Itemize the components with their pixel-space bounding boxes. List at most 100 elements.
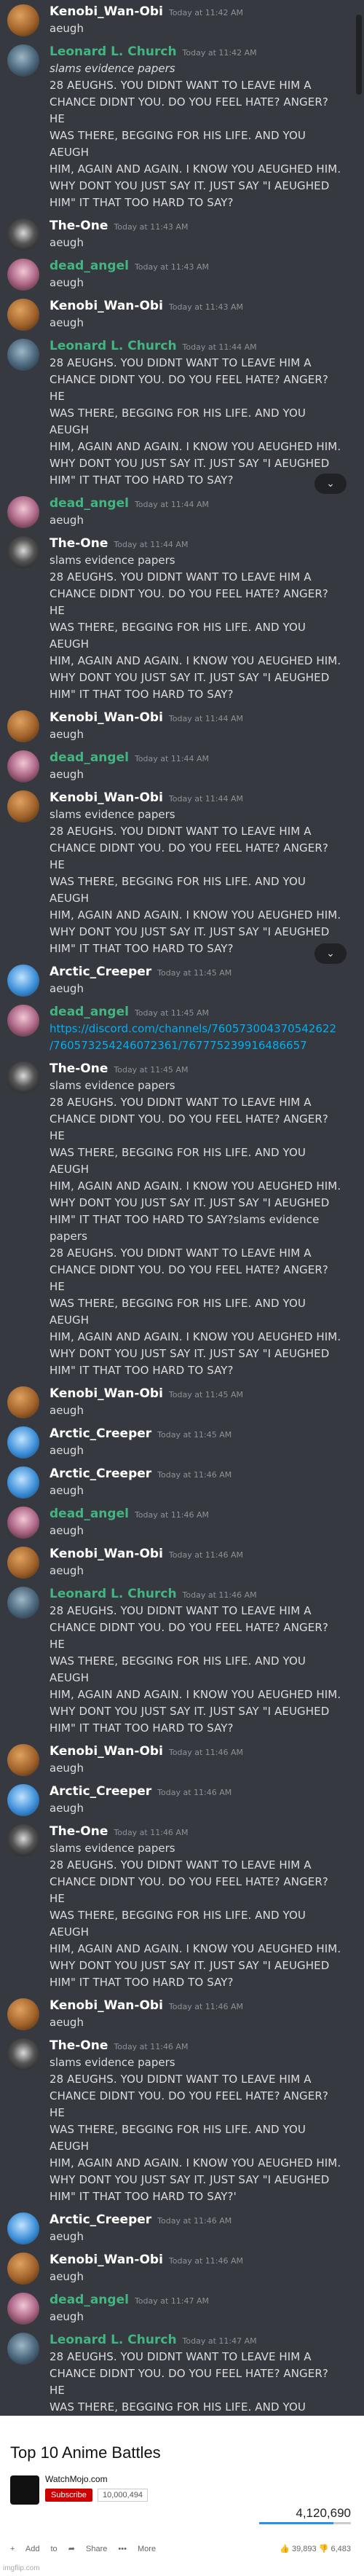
chat-message[interactable]: dead_angel Today at 11:47 AM aeugh bbox=[0, 2288, 364, 2328]
username[interactable]: Arctic_Creeper bbox=[50, 1784, 151, 1799]
chat-message[interactable]: The-One Today at 11:45 AM slams evidence p… bbox=[0, 1057, 364, 1382]
avatar-dead-angel[interactable] bbox=[7, 496, 39, 528]
username[interactable]: Arctic_Creeper bbox=[50, 2212, 151, 2227]
chat-message[interactable]: Arctic_Creeper Today at 11:46 AM aeugh bbox=[0, 2208, 364, 2248]
username[interactable]: Kenobi_Wan-Obi bbox=[50, 1998, 163, 2013]
username[interactable]: dead_angel bbox=[50, 259, 129, 273]
username[interactable]: Leonard L. Church bbox=[50, 44, 177, 59]
avatar-the-one[interactable] bbox=[7, 219, 39, 251]
avatar-kenobi-wan-obi[interactable] bbox=[7, 299, 39, 331]
avatar-the-one[interactable] bbox=[7, 536, 39, 568]
chevron-down-icon[interactable]: ⌄ bbox=[314, 474, 347, 494]
username[interactable]: Arctic_Creeper bbox=[50, 1426, 151, 1441]
avatar-dead-angel[interactable] bbox=[7, 2293, 39, 2325]
chat-message[interactable]: Kenobi_Wan-Obi Today at 11:45 AM aeugh bbox=[0, 1382, 364, 1422]
avatar-dead-angel[interactable] bbox=[7, 1005, 39, 1037]
avatar-arctic-creeper[interactable] bbox=[7, 1466, 39, 1499]
avatar-dead-angel[interactable] bbox=[7, 259, 39, 291]
chat-message[interactable]: dead_angel Today at 11:45 AM https://disco… bbox=[0, 1000, 364, 1057]
avatar-kenobi-wan-obi[interactable] bbox=[7, 710, 39, 742]
username[interactable]: dead_angel bbox=[50, 1507, 129, 1521]
avatar-kenobi-wan-obi[interactable] bbox=[7, 1386, 39, 1418]
timestamp: Today at 11:46 AM bbox=[168, 2256, 243, 2266]
username[interactable]: The-One bbox=[50, 2038, 108, 2053]
video-actions[interactable]: + Add to ➦ Share ••• More bbox=[10, 2544, 156, 2553]
username[interactable]: Kenobi_Wan-Obi bbox=[50, 710, 163, 725]
like-counts[interactable]: 👍 39,893 👎 6,483 bbox=[280, 2544, 351, 2553]
avatar-leonard-l-church[interactable] bbox=[7, 44, 39, 76]
username[interactable]: The-One bbox=[50, 219, 108, 233]
avatar-arctic-creeper[interactable] bbox=[7, 965, 39, 997]
username[interactable]: Kenobi_Wan-Obi bbox=[50, 299, 163, 313]
username[interactable]: Kenobi_Wan-Obi bbox=[50, 4, 163, 19]
chat-message[interactable]: Arctic_Creeper Today at 11:46 AM aeugh bbox=[0, 1462, 364, 1502]
chat-message[interactable]: The-One Today at 11:44 AM slams evidence p… bbox=[0, 532, 364, 706]
chat-message[interactable]: dead_angel Today at 11:44 AM aeugh bbox=[0, 492, 364, 532]
username[interactable]: dead_angel bbox=[50, 496, 129, 511]
message-link[interactable]: https://discord.com/channels/76057300437… bbox=[50, 1021, 347, 1037]
username[interactable]: Leonard L. Church bbox=[50, 1587, 177, 1601]
chat-message[interactable]: Leonard L. Church Today at 11:46 AM 28 AEU… bbox=[0, 1582, 364, 1740]
username[interactable]: Arctic_Creeper bbox=[50, 1466, 151, 1481]
chat-message[interactable]: Kenobi_Wan-Obi Today at 11:46 AM aeugh bbox=[0, 1542, 364, 1582]
channel-avatar[interactable] bbox=[10, 2475, 39, 2505]
avatar-arctic-creeper[interactable] bbox=[7, 1426, 39, 1458]
username[interactable]: The-One bbox=[50, 1824, 108, 1839]
chat-message[interactable]: dead_angel Today at 11:44 AM aeugh bbox=[0, 746, 364, 786]
avatar-dead-angel[interactable] bbox=[7, 750, 39, 782]
avatar-arctic-creeper[interactable] bbox=[7, 1784, 39, 1816]
username[interactable]: Leonard L. Church bbox=[50, 339, 177, 353]
message-link[interactable]: /760573254246072361/767775239916486657 bbox=[50, 1037, 347, 1054]
username[interactable]: Arctic_Creeper bbox=[50, 965, 151, 979]
chat-message[interactable]: Leonard L. Church Today at 11:44 AM 28 AEU… bbox=[0, 334, 364, 492]
chat-message[interactable]: Kenobi_Wan-Obi Today at 11:46 AM aeugh bbox=[0, 2248, 364, 2288]
avatar-leonard-l-church[interactable] bbox=[7, 2333, 39, 2365]
chat-message[interactable]: dead_angel Today at 11:46 AM aeugh bbox=[0, 1502, 364, 1542]
chat-message[interactable]: dead_angel Today at 11:43 AM aeugh bbox=[0, 254, 364, 294]
chat-message[interactable]: Kenobi_Wan-Obi Today at 11:43 AM aeugh bbox=[0, 294, 364, 334]
subscribe-button[interactable]: Subscribe bbox=[45, 2489, 92, 2502]
avatar-kenobi-wan-obi[interactable] bbox=[7, 790, 39, 822]
avatar-dead-angel[interactable] bbox=[7, 1507, 39, 1539]
chat-message[interactable]: Kenobi_Wan-Obi Today at 11:44 AM slams evi… bbox=[0, 786, 364, 960]
chat-message[interactable]: Leonard L. Church Today at 11:47 AM 28 AEU… bbox=[0, 2328, 364, 2416]
channel-name[interactable]: WatchMojo.com bbox=[45, 2474, 108, 2484]
avatar-leonard-l-church[interactable] bbox=[7, 1587, 39, 1619]
username[interactable]: The-One bbox=[50, 536, 108, 551]
chevron-down-icon[interactable]: ⌄ bbox=[314, 943, 347, 964]
chat-message[interactable]: Kenobi_Wan-Obi Today at 11:42 AM aeugh bbox=[0, 0, 364, 40]
username[interactable]: Kenobi_Wan-Obi bbox=[50, 1386, 163, 1401]
avatar-kenobi-wan-obi[interactable] bbox=[7, 1998, 39, 2030]
avatar-the-one[interactable] bbox=[7, 2038, 39, 2070]
chat-message[interactable]: Arctic_Creeper Today at 11:45 AM aeugh bbox=[0, 960, 364, 1000]
username[interactable]: Kenobi_Wan-Obi bbox=[50, 1547, 163, 1561]
avatar-kenobi-wan-obi[interactable] bbox=[7, 4, 39, 36]
chat-message[interactable]: The-One Today at 11:46 AM slams evidence p… bbox=[0, 2034, 364, 2208]
chat-message[interactable]: Kenobi_Wan-Obi Today at 11:44 AM aeugh bbox=[0, 706, 364, 746]
chat-message[interactable]: Kenobi_Wan-Obi Today at 11:46 AM aeugh bbox=[0, 1994, 364, 2034]
username[interactable]: dead_angel bbox=[50, 1005, 129, 1019]
avatar-arctic-creeper[interactable] bbox=[7, 2212, 39, 2245]
username[interactable]: Kenobi_Wan-Obi bbox=[50, 790, 163, 805]
chat-message[interactable]: Leonard L. Church Today at 11:42 AM slams … bbox=[0, 40, 364, 214]
message-text: WAS THERE, BEGGING FOR HIS LIFE. AND YOU… bbox=[50, 129, 306, 159]
avatar-the-one[interactable] bbox=[7, 1824, 39, 1856]
message-text: WAS THERE, BEGGING FOR HIS LIFE. AND YOU… bbox=[50, 1654, 306, 1684]
username[interactable]: dead_angel bbox=[50, 2293, 129, 2307]
username[interactable]: The-One bbox=[50, 1061, 108, 1076]
username[interactable]: Kenobi_Wan-Obi bbox=[50, 1744, 163, 1759]
chat-message[interactable]: The-One Today at 11:46 AM slams evidence p… bbox=[0, 1820, 364, 1994]
chat-message[interactable]: The-One Today at 11:43 AM aeugh bbox=[0, 214, 364, 254]
avatar-kenobi-wan-obi[interactable] bbox=[7, 2253, 39, 2285]
username[interactable]: Kenobi_Wan-Obi bbox=[50, 2253, 163, 2267]
avatar-leonard-l-church[interactable] bbox=[7, 339, 39, 371]
avatar-kenobi-wan-obi[interactable] bbox=[7, 1547, 39, 1579]
video-title[interactable]: Top 10 Anime Battles bbox=[10, 2443, 161, 2462]
username[interactable]: dead_angel bbox=[50, 750, 129, 765]
chat-message[interactable]: Arctic_Creeper Today at 11:45 AM aeugh bbox=[0, 1422, 364, 1462]
chat-message[interactable]: Arctic_Creeper Today at 11:46 AM aeugh bbox=[0, 1780, 364, 1820]
username[interactable]: Leonard L. Church bbox=[50, 2333, 177, 2347]
avatar-kenobi-wan-obi[interactable] bbox=[7, 1744, 39, 1776]
chat-message[interactable]: Kenobi_Wan-Obi Today at 11:46 AM aeugh bbox=[0, 1740, 364, 1780]
avatar-the-one[interactable] bbox=[7, 1061, 39, 1093]
